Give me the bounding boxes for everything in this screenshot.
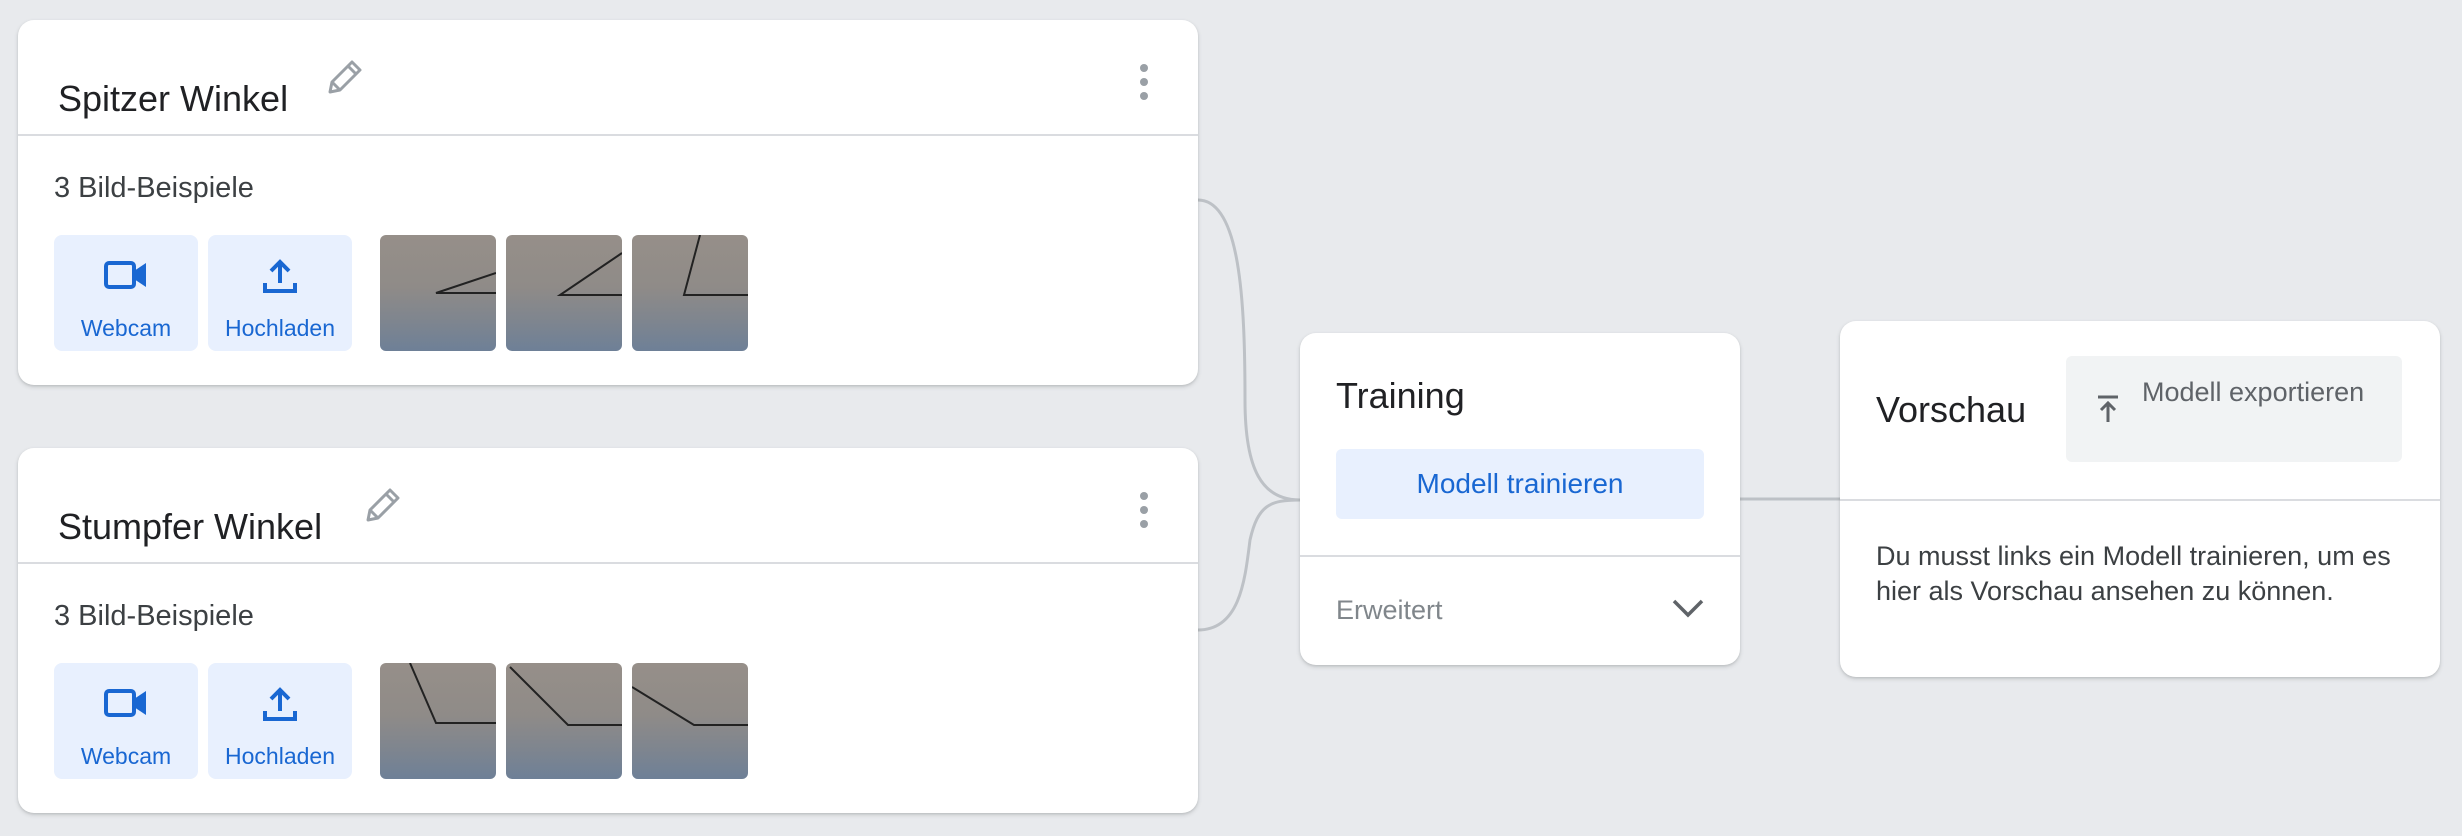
advanced-label[interactable]: Erweitert <box>1336 595 1443 626</box>
upload-label: Hochladen <box>225 743 335 769</box>
pencil-icon[interactable] <box>362 484 402 528</box>
sample-row: Webcam Hochladen <box>54 235 1164 351</box>
sample-row: Webcam Hochladen <box>54 663 1164 779</box>
divider <box>1840 499 2440 501</box>
upload-icon <box>263 687 297 721</box>
sample-image[interactable] <box>632 235 748 351</box>
train-model-button[interactable]: Modell trainieren <box>1336 449 1704 519</box>
class-card-spitzer-winkel: Spitzer Winkel 3 Bild-Beispiele Webcam H… <box>18 20 1198 385</box>
sample-image[interactable] <box>506 663 622 779</box>
upload-button[interactable]: Hochladen <box>208 663 352 779</box>
training-title: Training <box>1336 375 1465 416</box>
sample-count: 3 Bild-Beispiele <box>54 172 254 204</box>
videocam-icon <box>104 261 146 289</box>
divider <box>1300 555 1740 557</box>
videocam-icon <box>104 689 146 717</box>
webcam-label: Webcam <box>80 315 172 341</box>
chevron-down-icon[interactable] <box>1670 589 1706 625</box>
connector-class1-training <box>1197 198 1301 502</box>
sample-image[interactable] <box>380 663 496 779</box>
sample-count: 3 Bild-Beispiele <box>54 600 254 632</box>
sample-image[interactable] <box>506 235 622 351</box>
upload-icon <box>263 259 297 293</box>
webcam-button[interactable]: Webcam <box>54 235 198 351</box>
more-vert-icon[interactable] <box>1138 64 1150 104</box>
pencil-icon[interactable] <box>324 56 364 100</box>
preview-message: Du musst links ein Modell trainieren, um… <box>1876 541 2391 606</box>
class-title[interactable]: Stumpfer Winkel <box>58 506 322 548</box>
class-title[interactable]: Spitzer Winkel <box>58 78 288 120</box>
upload-button[interactable]: Hochladen <box>208 235 352 351</box>
class-card-header: Stumpfer Winkel <box>18 448 1198 564</box>
export-icon <box>2098 395 2118 422</box>
preview-title: Vorschau <box>1876 389 2027 430</box>
more-vert-icon[interactable] <box>1138 492 1150 532</box>
connector-class2-training <box>1197 498 1301 632</box>
upload-label: Hochladen <box>225 315 335 341</box>
class-card-stumpfer-winkel: Stumpfer Winkel 3 Bild-Beispiele Webcam … <box>18 448 1198 813</box>
sample-image[interactable] <box>632 663 748 779</box>
webcam-button[interactable]: Webcam <box>54 663 198 779</box>
training-card: Training Modell trainieren Erweitert <box>1300 333 1740 665</box>
class-card-header: Spitzer Winkel <box>18 20 1198 136</box>
export-model-button[interactable]: Modell exportieren <box>2066 356 2402 462</box>
export-button-label: Modell exportieren <box>2142 377 2365 407</box>
webcam-label: Webcam <box>80 743 172 769</box>
preview-card: Vorschau Modell exportieren Du musst lin… <box>1840 321 2440 677</box>
sample-image[interactable] <box>380 235 496 351</box>
